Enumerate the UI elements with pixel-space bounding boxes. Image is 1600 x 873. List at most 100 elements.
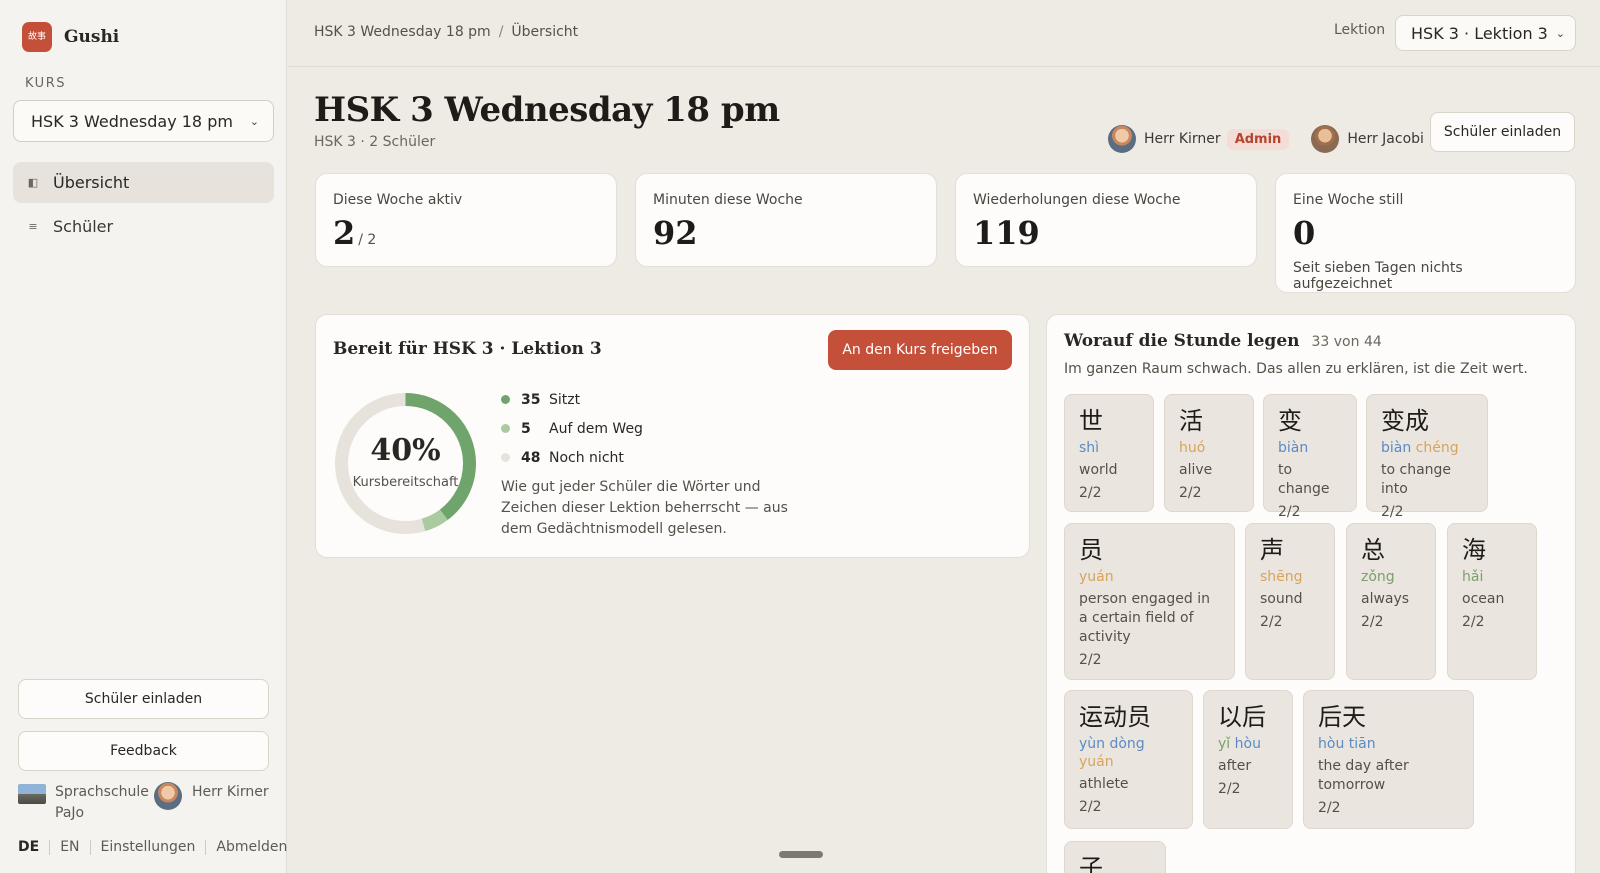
stat-suffix: / 2: [358, 232, 377, 248]
breadcrumb-current: Übersicht: [511, 24, 579, 40]
user-name[interactable]: Herr Kirner: [192, 782, 269, 803]
word-pinyin: huó: [1179, 439, 1239, 457]
word-card[interactable]: 变成 biàn chéng to change into 2/2: [1366, 394, 1488, 520]
word-card[interactable]: 员 yuán person engaged in a certain field o…: [1064, 523, 1235, 680]
lang-de-link[interactable]: DE: [18, 839, 39, 855]
word-meaning: sound: [1260, 591, 1303, 607]
legend-item: 5 Auf dem Weg: [501, 414, 643, 443]
brand-logo: 故事: [22, 22, 52, 52]
word-card[interactable]: 活 huó alive 2/2: [1164, 394, 1254, 512]
word-hanzi: 声: [1260, 536, 1284, 564]
pinyin-syllable: dòng: [1105, 736, 1145, 752]
word-pinyin: yǐ hòu: [1218, 735, 1278, 753]
word-score: 2/2: [1318, 800, 1341, 816]
lektion-label: Lektion: [1334, 22, 1386, 38]
word-hanzi: 世: [1079, 407, 1103, 435]
readiness-donut-chart: 40% Kursbereitschaft: [333, 391, 478, 536]
word-score: 2/2: [1079, 799, 1102, 815]
lektion-select[interactable]: HSK 3 · Lektion 3 ⌄: [1395, 15, 1576, 51]
breadcrumb-separator: /: [498, 24, 504, 40]
scroll-handle[interactable]: [779, 851, 823, 858]
school-name[interactable]: Sprachschule PaJo: [55, 782, 151, 824]
avatar[interactable]: [154, 782, 182, 810]
invite-students-button[interactable]: Schüler einladen: [18, 679, 269, 719]
word-card[interactable]: 运动员 yùn dòng yuán athlete 2/2: [1064, 690, 1193, 829]
word-meaning: the day after tomorrow: [1318, 758, 1409, 793]
pinyin-syllable: tiān: [1344, 736, 1376, 752]
legend-count: 5: [521, 420, 531, 437]
lang-en-link[interactable]: EN: [60, 839, 79, 855]
word-score: 2/2: [1179, 485, 1202, 501]
word-card[interactable]: 海 hǎi ocean 2/2: [1447, 523, 1537, 680]
legend-label: Noch nicht: [549, 449, 624, 466]
word-score: 2/2: [1079, 485, 1102, 501]
pinyin-syllable: yuán: [1079, 569, 1114, 585]
focus-count: 33 von 44: [1311, 334, 1382, 350]
stat-value: 119: [973, 214, 1040, 252]
pinyin-syllable: yǐ: [1218, 736, 1231, 752]
word-meaning: alive: [1179, 462, 1213, 478]
avatar: [1108, 125, 1136, 153]
pinyin-syllable: shì: [1079, 440, 1100, 456]
stat-card: Eine Woche still 0 Seit sieben Tagen nic…: [1275, 173, 1576, 293]
word-pinyin: zǒng: [1361, 568, 1421, 586]
word-hanzi: 运动员: [1079, 703, 1151, 731]
word-card[interactable]: 变 biàn to change 2/2: [1263, 394, 1357, 520]
pinyin-syllable: yuán: [1079, 754, 1114, 770]
word-score: 2/2: [1361, 614, 1384, 630]
word-card[interactable]: 声 shēng sound 2/2: [1245, 523, 1335, 680]
lektion-select-value: HSK 3 · Lektion 3: [1411, 23, 1548, 43]
legend-count: 48: [521, 449, 541, 466]
word-meaning: ocean: [1462, 591, 1505, 607]
divider: [205, 839, 207, 855]
legend-label: Sitzt: [549, 391, 581, 408]
sidebar: 故事 Gushi KURS HSK 3 Wednesday 18 pm ⌄ ◧ …: [0, 0, 287, 873]
teacher-list: Herr Kirner Admin Herr Jacobi: [1108, 125, 1424, 153]
focus-title: Worauf die Stunde legen: [1064, 331, 1300, 351]
invite-students-button[interactable]: Schüler einladen: [1430, 112, 1575, 152]
word-hanzi: 子: [1079, 854, 1103, 873]
word-card[interactable]: 总 zǒng always 2/2: [1346, 523, 1436, 680]
word-meaning: athlete: [1079, 776, 1129, 792]
pinyin-syllable: hòu: [1230, 736, 1261, 752]
settings-link[interactable]: Einstellungen: [101, 839, 196, 855]
word-card[interactable]: 世 shì world 2/2: [1064, 394, 1154, 512]
word-pinyin: hǎi: [1462, 568, 1522, 586]
legend-dot: [501, 424, 510, 433]
sidebar-item-students[interactable]: ≡ Schüler: [13, 206, 274, 247]
pinyin-syllable: hǎi: [1462, 569, 1484, 585]
word-pinyin: hòu tiān: [1318, 735, 1459, 753]
sidebar-item-label: Übersicht: [53, 173, 130, 192]
word-card[interactable]: 后天 hòu tiān the day after tomorrow 2/2: [1303, 690, 1474, 829]
chevron-down-icon: ⌄: [249, 114, 259, 128]
stat-card: Diese Woche aktiv 2/ 2: [315, 173, 617, 267]
stat-value: 92: [653, 214, 698, 252]
sidebar-item-overview[interactable]: ◧ Übersicht: [13, 162, 274, 203]
feedback-button[interactable]: Feedback: [18, 731, 269, 771]
stat-label: Minuten diese Woche: [653, 192, 803, 208]
word-hanzi: 活: [1179, 407, 1203, 435]
word-pinyin: biàn chéng: [1381, 439, 1473, 457]
pinyin-syllable: chéng: [1411, 440, 1459, 456]
word-meaning: person engaged in a certain field of act…: [1079, 591, 1210, 645]
word-meaning: world: [1079, 462, 1118, 478]
brand-name: Gushi: [64, 27, 120, 47]
breadcrumb: HSK 3 Wednesday 18 pm / Übersicht: [314, 24, 578, 40]
share-with-course-button[interactable]: An den Kurs freigeben: [828, 330, 1012, 370]
brand[interactable]: 故事 Gushi: [22, 22, 119, 52]
course-select[interactable]: HSK 3 Wednesday 18 pm ⌄: [13, 100, 274, 142]
stat-number: 2: [333, 214, 356, 252]
word-card[interactable]: 以后 yǐ hòu after 2/2: [1203, 690, 1293, 829]
word-hanzi: 以后: [1218, 703, 1266, 731]
word-pinyin: shēng: [1260, 568, 1320, 586]
word-score: 2/2: [1079, 652, 1102, 668]
word-card[interactable]: 子: [1064, 841, 1166, 873]
logout-link[interactable]: Abmelden: [216, 839, 287, 855]
breadcrumb-course[interactable]: HSK 3 Wednesday 18 pm: [314, 24, 491, 40]
admin-badge: Admin: [1226, 128, 1290, 150]
teacher-name: Herr Kirner: [1144, 131, 1221, 147]
pinyin-syllable: zǒng: [1361, 569, 1395, 585]
focus-header: Worauf die Stunde legen 33 von 44: [1064, 331, 1382, 351]
legend-dot: [501, 395, 510, 404]
focus-card: Worauf die Stunde legen 33 von 44 Im gan…: [1046, 314, 1576, 873]
